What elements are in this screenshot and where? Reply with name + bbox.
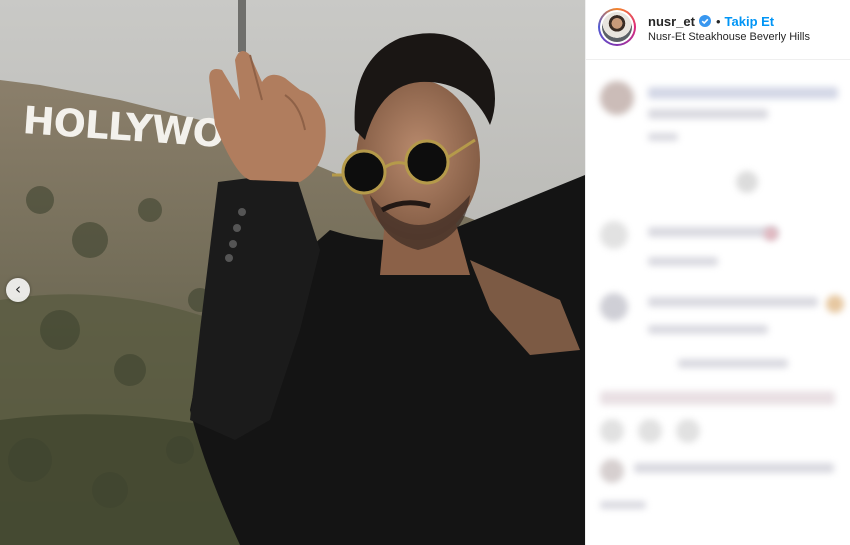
view-replies bbox=[678, 359, 788, 368]
username-link[interactable]: nusr_et bbox=[648, 14, 695, 29]
carousel-previous-button[interactable]: ‹ bbox=[6, 278, 30, 302]
comment-avatar bbox=[600, 293, 628, 321]
load-more-icon bbox=[736, 171, 758, 193]
comment-meta bbox=[648, 257, 718, 266]
post-date bbox=[600, 501, 646, 509]
comments-area bbox=[586, 61, 850, 545]
comment-text bbox=[648, 227, 778, 237]
comment-text bbox=[648, 87, 838, 99]
comment-text bbox=[648, 297, 818, 307]
comment-text bbox=[648, 109, 768, 119]
comment-button bbox=[638, 419, 662, 443]
comment-text bbox=[648, 325, 768, 334]
like-icon bbox=[764, 227, 778, 241]
share-button bbox=[676, 419, 700, 443]
separator-dot: • bbox=[715, 13, 721, 29]
follow-button[interactable]: Takip Et bbox=[725, 14, 775, 29]
post-sidebar: nusr_et • Takip Et Nusr-Et Steakhouse Be… bbox=[585, 0, 850, 545]
comment-text bbox=[600, 391, 835, 405]
location-link[interactable]: Nusr-Et Steakhouse Beverly Hills bbox=[648, 31, 810, 43]
username-row: nusr_et • Takip Et bbox=[648, 13, 774, 29]
comment-avatar bbox=[600, 221, 628, 249]
like-button bbox=[600, 419, 624, 443]
photo-illustration: HOLLYWOOD bbox=[0, 0, 585, 545]
verified-badge-icon bbox=[698, 15, 711, 27]
instagram-post: HOLLYWOOD ‹ nusr_et • Takip Et Nusr-Et S… bbox=[0, 0, 850, 545]
emoji-icon bbox=[826, 295, 844, 313]
chevron-left-icon: ‹ bbox=[15, 279, 21, 298]
comment-meta bbox=[648, 133, 678, 141]
post-header: nusr_et • Takip Et Nusr-Et Steakhouse Be… bbox=[586, 0, 850, 60]
avatar-image bbox=[602, 12, 632, 42]
likes-count bbox=[634, 463, 834, 473]
liker-avatar bbox=[600, 459, 624, 483]
post-photo[interactable]: HOLLYWOOD ‹ bbox=[0, 0, 585, 545]
avatar[interactable] bbox=[598, 8, 636, 46]
comment-avatar bbox=[600, 81, 634, 115]
